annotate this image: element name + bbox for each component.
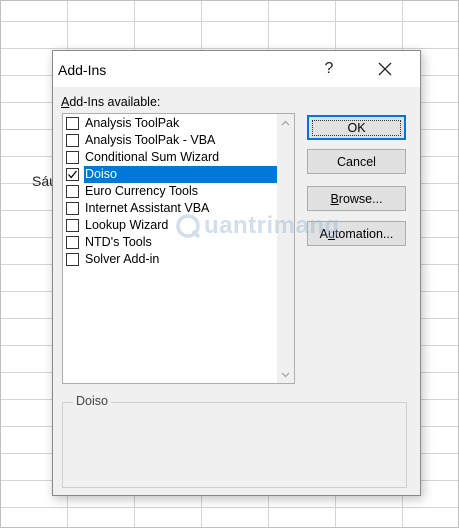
list-item-label: Analysis ToolPak	[85, 116, 180, 130]
checkbox[interactable]	[66, 253, 79, 266]
checkbox[interactable]	[66, 185, 79, 198]
list-item[interactable]: Lookup Wizard	[63, 217, 279, 234]
chevron-up-icon	[281, 120, 290, 125]
cancel-label: Cancel	[337, 154, 376, 169]
ok-label: OK	[312, 119, 401, 136]
automation-button[interactable]: Automation...	[307, 221, 406, 246]
add-ins-list: Analysis ToolPak Analysis ToolPak - VBA Co…	[63, 115, 279, 268]
browse-label: Browse...	[330, 191, 383, 206]
close-icon	[378, 62, 392, 76]
checkbox[interactable]	[66, 134, 79, 147]
list-item[interactable]: Analysis ToolPak	[63, 115, 279, 132]
add-ins-dialog: Add-Ins ? Add-Ins available: Analysis To…	[52, 50, 421, 496]
cancel-button[interactable]: Cancel	[307, 149, 406, 174]
list-item[interactable]: Analysis ToolPak - VBA	[63, 132, 279, 149]
list-item-label: Analysis ToolPak - VBA	[85, 133, 216, 147]
checkmark-icon	[68, 170, 78, 179]
checkbox[interactable]	[66, 202, 79, 215]
vertical-scrollbar[interactable]	[277, 114, 294, 383]
automation-label: Automation...	[319, 226, 394, 241]
close-button[interactable]	[365, 55, 405, 83]
list-item[interactable]: Solver Add-in	[63, 251, 279, 268]
scroll-up-arrow[interactable]	[277, 114, 294, 131]
browse-button[interactable]: Browse...	[307, 186, 406, 211]
checkbox[interactable]	[66, 151, 79, 164]
scroll-down-arrow[interactable]	[277, 366, 294, 383]
help-button[interactable]: ?	[309, 55, 349, 83]
help-label: ?	[324, 60, 334, 77]
checkbox[interactable]	[66, 117, 79, 130]
list-item-label: Internet Assistant VBA	[85, 201, 210, 215]
list-item-label: Euro Currency Tools	[85, 184, 199, 198]
list-item[interactable]: Doiso	[63, 166, 279, 183]
list-item-label: Conditional Sum Wizard	[85, 150, 220, 164]
dialog-title: Add-Ins	[58, 62, 107, 78]
description-title: Doiso	[73, 394, 111, 408]
chevron-down-icon	[281, 372, 290, 377]
list-item-label: NTD's Tools	[85, 235, 152, 249]
list-item[interactable]: Euro Currency Tools	[63, 183, 279, 200]
checkbox[interactable]	[66, 219, 79, 232]
list-item[interactable]: Conditional Sum Wizard	[63, 149, 279, 166]
checkbox[interactable]	[66, 236, 79, 249]
add-ins-available-label: Add-Ins available:	[61, 95, 161, 109]
add-ins-listbox[interactable]: Analysis ToolPak Analysis ToolPak - VBA Co…	[62, 113, 295, 384]
dialog-titlebar: Add-Ins ?	[53, 51, 420, 87]
description-group: Doiso	[62, 394, 407, 488]
ok-button[interactable]: OK	[307, 115, 406, 140]
list-item-label: Lookup Wizard	[85, 218, 169, 232]
list-item-label: Doiso	[84, 166, 279, 183]
list-item[interactable]: Internet Assistant VBA	[63, 200, 279, 217]
checkbox-checked[interactable]	[66, 168, 79, 181]
list-item-label: Solver Add-in	[85, 252, 160, 266]
list-item[interactable]: NTD's Tools	[63, 234, 279, 251]
